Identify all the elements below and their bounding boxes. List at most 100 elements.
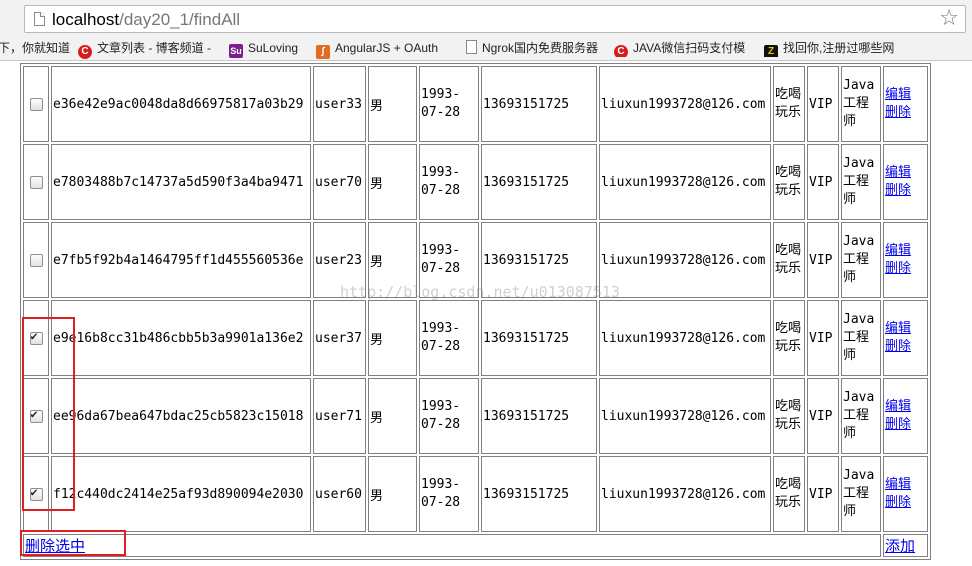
job: Java工程师 — [841, 144, 881, 220]
edit-link[interactable]: 编辑 — [885, 477, 911, 492]
birthday: 1993-07-28 — [419, 66, 479, 142]
user-table: e36e42e9ac0048da8d66975817a03b29 user33 男 1… — [20, 63, 931, 560]
table-row: f12c440dc2414e25af93d890094e2030user60男1… — [23, 456, 928, 532]
delete-link[interactable]: 删除 — [885, 183, 911, 198]
edit-link[interactable]: 编辑 — [885, 165, 911, 180]
job: Java工程师 — [841, 300, 881, 376]
table-row: e7fb5f92b4a1464795ff1d455560536e user23 男 1… — [23, 222, 928, 298]
hobby: 吃喝玩乐 — [773, 456, 805, 532]
birthday: 1993-07-28 — [419, 456, 479, 532]
user-type: VIP — [807, 378, 839, 454]
bookmark-item[interactable]: Z 找回你,注册过哪些网 — [764, 39, 970, 57]
bookmark-item[interactable]: ∫ AngularJS + OAuth — [316, 39, 439, 59]
bookmark-item[interactable]: Su SuLoving — [229, 39, 299, 58]
delete-link[interactable]: 删除 — [885, 105, 911, 120]
user-type: VIP — [807, 144, 839, 220]
email: liuxun1993728@126.com — [599, 456, 771, 532]
email: liuxun1993728@126.com — [599, 66, 771, 142]
bookmark-item[interactable]: 下，你就知道 — [0, 39, 70, 57]
user-id: f12c440dc2414e25af93d890094e2030 — [51, 456, 311, 532]
username: user37 — [313, 300, 366, 376]
select-cell — [23, 378, 49, 454]
edit-link[interactable]: 编辑 — [885, 399, 911, 414]
job: Java工程师 — [841, 66, 881, 142]
hobby: 吃喝玩乐 — [773, 144, 805, 220]
row-checkbox[interactable] — [29, 485, 43, 501]
bookmark-item[interactable]: C 文章列表 - 博客频道 - — [78, 39, 211, 59]
operations: 编辑 删除 — [883, 456, 928, 532]
user-id: e36e42e9ac0048da8d66975817a03b29 — [51, 66, 311, 142]
operations: 编辑 删除 — [883, 378, 928, 454]
delete-link[interactable]: 删除 — [885, 339, 911, 354]
row-checkbox[interactable] — [29, 97, 43, 111]
address-bar[interactable]: localhost/day20_1/findAll ☆ — [24, 5, 966, 33]
user-type: VIP — [807, 456, 839, 532]
csdn-icon: C — [614, 45, 628, 57]
select-cell — [23, 456, 49, 532]
operations: 编辑 删除 — [883, 66, 928, 142]
delete-selected-link[interactable]: 删除选中 — [25, 537, 85, 555]
select-cell — [23, 66, 49, 142]
user-type: VIP — [807, 66, 839, 142]
job: Java工程师 — [841, 456, 881, 532]
bookmark-item[interactable]: C JAVA微信扫码支付模 — [614, 39, 754, 57]
cellphone: 13693151725 — [481, 378, 597, 454]
delete-link[interactable]: 删除 — [885, 495, 911, 510]
user-id: ee96da67bea647bdac25cb5823c15018 — [51, 378, 311, 454]
row-checkbox[interactable] — [29, 175, 43, 189]
edit-link[interactable]: 编辑 — [885, 243, 911, 258]
select-cell — [23, 144, 49, 220]
operations: 编辑 删除 — [883, 300, 928, 376]
operations: 编辑 删除 — [883, 222, 928, 298]
birthday: 1993-07-28 — [419, 378, 479, 454]
user-id: e7803488b7c14737a5d590f3a4ba9471 — [51, 144, 311, 220]
cellphone: 13693151725 — [481, 222, 597, 298]
bookmark-item[interactable]: Ngrok国内免费服务器 — [466, 39, 604, 57]
bookmark-label: SuLoving — [248, 41, 299, 55]
username: user60 — [313, 456, 366, 532]
username: user71 — [313, 378, 366, 454]
row-checkbox[interactable] — [29, 253, 43, 267]
bookmark-label: 文章列表 - 博客频道 - — [97, 41, 211, 55]
sex: 男 — [368, 378, 417, 454]
footer-left-cell: 删除选中 — [23, 534, 881, 557]
hobby: 吃喝玩乐 — [773, 300, 805, 376]
row-checkbox[interactable] — [29, 407, 43, 423]
user-type: VIP — [807, 222, 839, 298]
email: liuxun1993728@126.com — [599, 222, 771, 298]
angular-icon: ∫ — [316, 45, 330, 59]
page-content: e36e42e9ac0048da8d66975817a03b29 user33 男 1… — [0, 61, 972, 566]
table-row: e36e42e9ac0048da8d66975817a03b29 user33 男 1… — [23, 66, 928, 142]
table-row: e9e16b8cc31b486cbb5b3a9901a136e2user37男1… — [23, 300, 928, 376]
delete-link[interactable]: 删除 — [885, 417, 911, 432]
su-icon: Su — [229, 44, 243, 58]
user-id: e7fb5f92b4a1464795ff1d455560536e — [51, 222, 311, 298]
bookmark-label: 下，你就知道 — [0, 41, 71, 55]
edit-link[interactable]: 编辑 — [885, 87, 911, 102]
add-link[interactable]: 添加 — [885, 537, 915, 555]
cellphone: 13693151725 — [481, 66, 597, 142]
job: Java工程师 — [841, 378, 881, 454]
edit-link[interactable]: 编辑 — [885, 321, 911, 336]
sex: 男 — [368, 222, 417, 298]
bookmarks-bar: 下，你就知道 C 文章列表 - 博客频道 - Su SuLoving ∫ Angula… — [0, 36, 972, 61]
birthday: 1993-07-28 — [419, 222, 479, 298]
footer-right-cell: 添加 — [883, 534, 928, 557]
bookmark-label: AngularJS + OAuth — [335, 41, 439, 55]
username: user23 — [313, 222, 366, 298]
user-type: VIP — [807, 300, 839, 376]
sex: 男 — [368, 144, 417, 220]
delete-link[interactable]: 删除 — [885, 261, 911, 276]
hobby: 吃喝玩乐 — [773, 222, 805, 298]
table-footer-row: 删除选中 添加 — [23, 534, 928, 557]
cellphone: 13693151725 — [481, 456, 597, 532]
hobby: 吃喝玩乐 — [773, 66, 805, 142]
user-id: e9e16b8cc31b486cbb5b3a9901a136e2 — [51, 300, 311, 376]
page-icon — [34, 12, 45, 26]
table-row: e7803488b7c14737a5d590f3a4ba9471 user70 男 1… — [23, 144, 928, 220]
bookmark-label: 找回你,注册过哪些网 — [783, 41, 895, 55]
select-cell — [23, 222, 49, 298]
url-text[interactable]: localhost/day20_1/findAll — [52, 10, 240, 30]
bookmark-star-icon[interactable]: ☆ — [939, 7, 959, 31]
row-checkbox[interactable] — [29, 329, 43, 345]
